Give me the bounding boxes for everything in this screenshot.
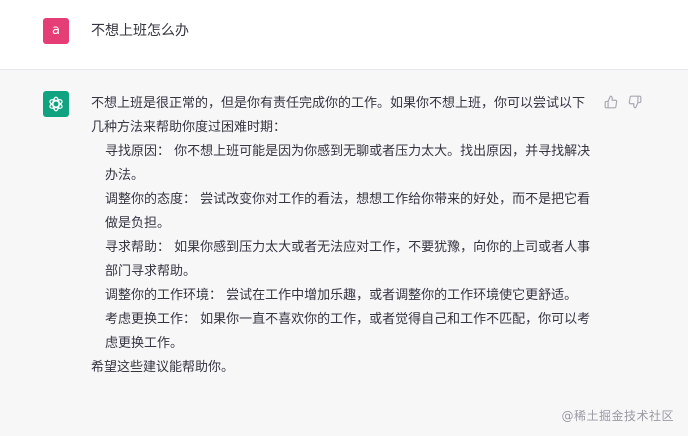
thumbs-up-button[interactable] — [603, 94, 619, 110]
answer-intro: 不想上班是很正常的，但是你有责任完成你的工作。如果你不想上班，你可以尝试以下几种… — [91, 96, 586, 135]
suggestion-list: 寻找原因： 你不想上班可能是因为你感到无聊或者压力太大。找出原因，并寻找解决办法… — [91, 140, 591, 356]
watermark: @稀土掘金技术社区 — [561, 409, 674, 423]
assistant-answer: 不想上班是很正常的，但是你有责任完成你的工作。如果你不想上班，你可以尝试以下几种… — [91, 92, 591, 380]
list-item: 调整你的态度： 尝试改变你对工作的看法，想想工作给你带来的好处，而不是把它看做是… — [105, 192, 591, 231]
openai-logo-icon — [49, 96, 63, 112]
assistant-avatar — [43, 91, 69, 117]
thumbs-down-icon — [628, 95, 642, 109]
list-item: 寻求帮助： 如果你感到压力太大或者无法应对工作，不要犹豫，向你的上司或者人事部门… — [105, 240, 591, 279]
list-item: 调整你的工作环境： 尝试在工作中增加乐趣，或者调整你的工作环境使它更舒适。 — [105, 288, 578, 303]
list-item: 考虑更换工作： 如果你一直不喜欢你的工作，或者觉得自己和工作不匹配，你可以考虑更… — [105, 312, 591, 351]
assistant-message-row: 不想上班是很正常的，但是你有责任完成你的工作。如果你不想上班，你可以尝试以下几种… — [0, 70, 688, 436]
thumbs-up-icon — [604, 95, 618, 109]
list-item: 寻找原因： 你不想上班可能是因为你感到无聊或者压力太大。找出原因，并寻找解决办法… — [105, 144, 591, 183]
user-avatar: a — [43, 18, 69, 44]
answer-outro: 希望这些建议能帮助你。 — [91, 360, 235, 375]
user-message-text: 不想上班怎么办 — [91, 23, 189, 39]
thumbs-down-button[interactable] — [627, 94, 643, 110]
user-message-row: a 不想上班怎么办 — [0, 0, 688, 70]
